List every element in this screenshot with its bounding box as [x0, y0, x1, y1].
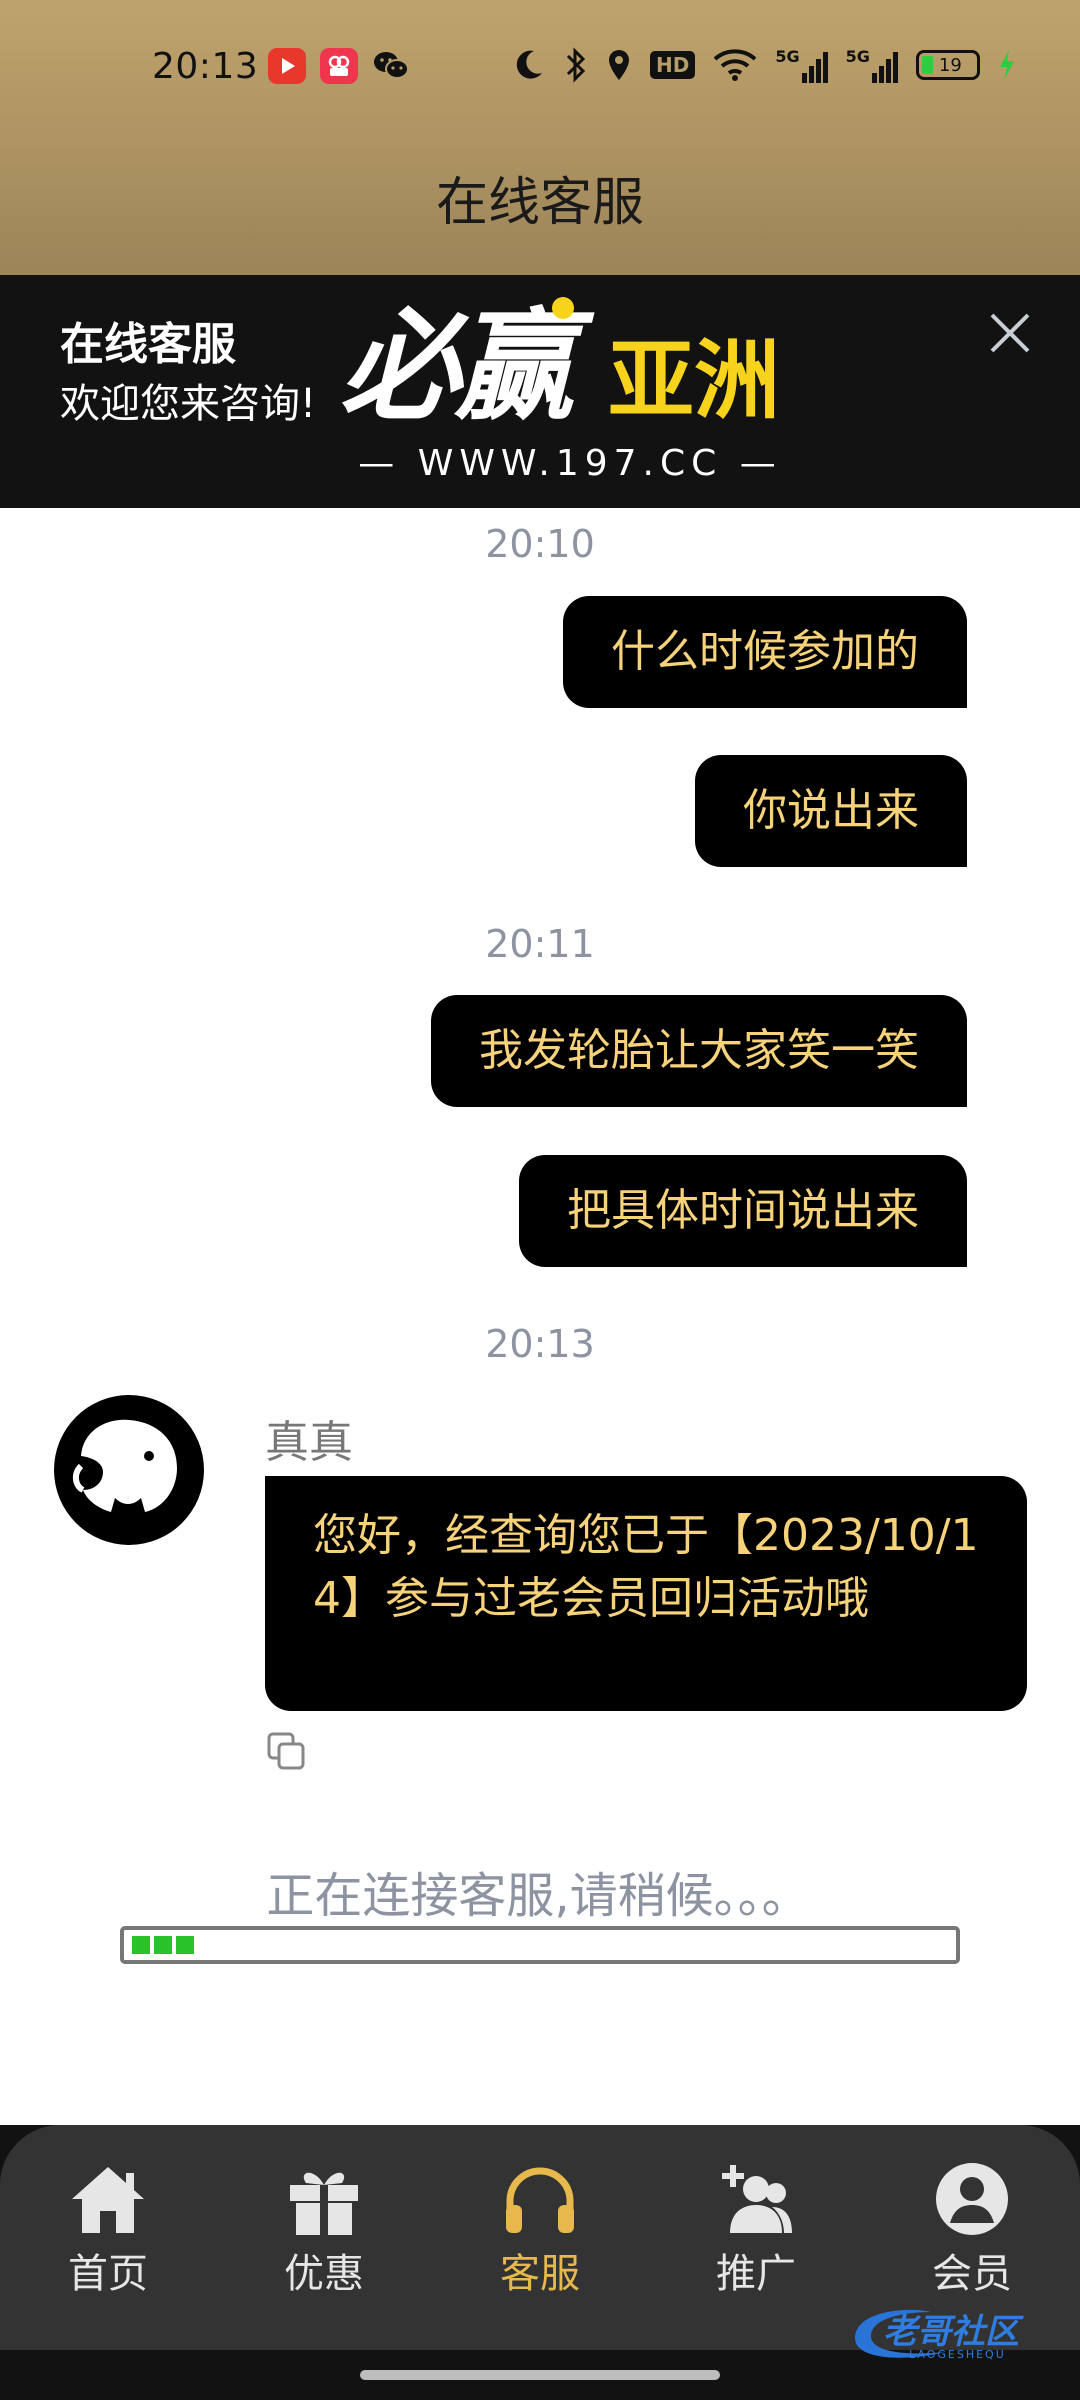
- progress-segment: [132, 1936, 150, 1954]
- notification-icons: [268, 48, 410, 84]
- page-title: 在线客服: [435, 173, 644, 233]
- nav-item-offers[interactable]: 优惠: [244, 2161, 404, 2299]
- signal-icon: 5G: [846, 47, 898, 83]
- user-message[interactable]: 把具体时间说出来: [519, 1155, 967, 1267]
- nav-label: 客服: [500, 2251, 580, 2297]
- connecting-text: 正在连接客服,请稍候。。。: [266, 1868, 810, 1924]
- agent-name: 真真: [265, 1417, 353, 1468]
- nav-label: 推广: [716, 2251, 796, 2297]
- location-icon: [609, 50, 629, 80]
- progress-fill: [132, 1936, 948, 1954]
- home-icon: [72, 2167, 144, 2233]
- banner-title: 在线客服: [60, 319, 236, 370]
- nav-label: 首页: [68, 2251, 148, 2297]
- nav-item-home[interactable]: 首页: [28, 2161, 188, 2299]
- status-time: 20:13: [152, 46, 259, 87]
- logo-url: — WWW.197.CC —: [358, 443, 782, 484]
- video-app-icon: [268, 48, 306, 84]
- agent-message[interactable]: 您好，经查询您已于【2023/10/14】参与过老会员回归活动哦: [265, 1476, 1027, 1711]
- logo-dot: [552, 297, 574, 319]
- nav-item-member[interactable]: 会员: [892, 2161, 1052, 2299]
- timestamp: 20:10: [485, 522, 595, 566]
- brand-logo: 必赢 亚洲 — WWW.197.CC —: [340, 295, 800, 495]
- close-icon[interactable]: [982, 305, 1038, 361]
- wechat-icon: [372, 48, 410, 84]
- bluetooth-icon: [566, 47, 586, 83]
- headphones-icon: [506, 2167, 574, 2233]
- watermark-subtext: LAOGESHEQU: [909, 2348, 1006, 2361]
- connection-progress-bar: [120, 1926, 960, 1964]
- battery-level: 19: [938, 54, 962, 76]
- timestamp: 20:11: [485, 922, 595, 966]
- nav-item-service[interactable]: 客服: [460, 2161, 620, 2299]
- progress-segment: [154, 1936, 172, 1954]
- logo-main-text: 必赢: [340, 296, 574, 437]
- promo-banner: 在线客服 欢迎您来咨询! 必赢 亚洲 — WWW.197.CC —: [0, 275, 1080, 508]
- camera-app-icon: [320, 48, 358, 84]
- watermark-logo: 老哥社区 LAOGESHEQU: [835, 2298, 1065, 2368]
- user-icon: [936, 2163, 1008, 2235]
- nav-label: 优惠: [284, 2251, 364, 2297]
- battery-icon: 19: [915, 50, 980, 80]
- connecting-status: 正在连接客服,请稍候。。。: [0, 1856, 1080, 1926]
- user-message[interactable]: 什么时候参加的: [563, 596, 967, 708]
- user-message[interactable]: 我发轮胎让大家笑一笑: [431, 995, 967, 1107]
- progress-segment: [176, 1936, 194, 1954]
- nav-item-promote[interactable]: 推广: [676, 2161, 836, 2299]
- signal-icon: 5G: [775, 47, 828, 83]
- banner-subtitle: 欢迎您来咨询!: [60, 381, 317, 427]
- network-label: 5G: [775, 47, 800, 66]
- timestamp: 20:13: [485, 1322, 595, 1366]
- top-bar: 20:13 HD 5G 5G 19 在线客服: [0, 0, 1080, 275]
- wifi-icon: [714, 49, 757, 81]
- agent-avatar[interactable]: [53, 1394, 205, 1546]
- charging-icon: [999, 50, 1014, 80]
- hd-icon: HD: [650, 51, 696, 79]
- network-label: 5G: [845, 47, 870, 66]
- app-screen: 20:13 HD 5G 5G 19 在线客服 在线客服 欢迎您来咨询! 必赢 亚…: [0, 0, 1080, 2400]
- watermark-text: 老哥社区: [883, 2312, 1019, 2352]
- add-user-icon: [722, 2165, 792, 2233]
- system-icons: HD 5G 5G 19: [514, 46, 1016, 84]
- moon-icon: [516, 50, 542, 79]
- status-bar: 20:13 HD 5G 5G 19: [0, 40, 1080, 100]
- logo-accent-text: 亚洲: [608, 331, 780, 431]
- chat-area[interactable]: 20:10 什么时候参加的 你说出来 20:11 我发轮胎让大家笑一笑 把具体时…: [0, 508, 1080, 2128]
- nav-label: 会员: [932, 2251, 1012, 2297]
- home-indicator[interactable]: [360, 2370, 720, 2380]
- user-message[interactable]: 你说出来: [695, 755, 967, 867]
- gift-icon: [290, 2172, 358, 2235]
- copy-icon[interactable]: [265, 1730, 309, 1774]
